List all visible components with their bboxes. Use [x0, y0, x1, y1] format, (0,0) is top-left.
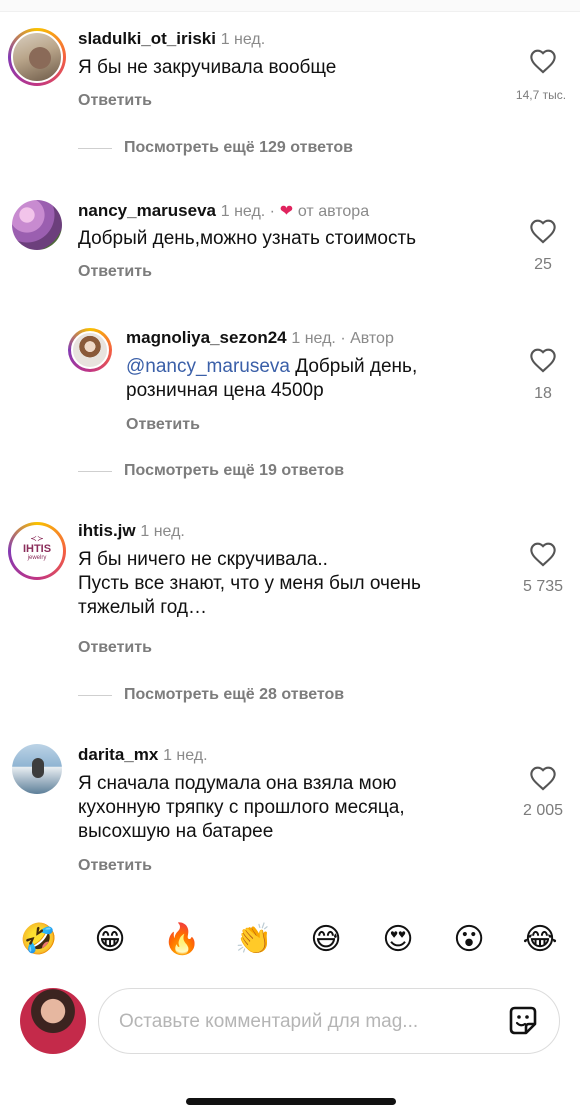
- comment-input-placeholder: Оставьте комментарий для mag...: [119, 1011, 419, 1032]
- avatar[interactable]: [68, 328, 112, 372]
- username-text[interactable]: darita_mx: [78, 745, 158, 764]
- comment-text-line: Я бы ничего не скручивала..: [78, 549, 328, 570]
- comment-username[interactable]: darita_mx 1 нед.: [78, 745, 208, 765]
- view-more-replies-button[interactable]: Посмотреть ещё 19 ответов: [78, 461, 344, 481]
- comment-time: 1 нед. · Автор: [291, 330, 394, 347]
- comment-text-line: Добрый день,: [289, 356, 418, 377]
- comment-input[interactable]: Оставьте комментарий для mag...: [98, 988, 560, 1054]
- comment-text-line: Пусть все знают, что у меня был очень: [78, 573, 421, 594]
- comment-username[interactable]: sladulki_ot_iriski 1 нед.: [78, 29, 265, 49]
- comment-text-line: Я сначала подумала она взяла мою: [78, 773, 397, 794]
- heart-outline-icon[interactable]: [529, 541, 557, 567]
- brand-logo-icon: ≺≻: [30, 534, 44, 543]
- avatar[interactable]: [8, 28, 66, 86]
- emoji-fire-button[interactable]: 🔥: [162, 920, 202, 960]
- username-text[interactable]: nancy_maruseva: [78, 201, 216, 220]
- avatar[interactable]: [12, 744, 62, 794]
- avatar[interactable]: ≺≻ IHTIS jewelry: [8, 522, 66, 580]
- username-text[interactable]: magnoliya_sezon24: [126, 328, 287, 347]
- comment-text-line: розничная цена 4500р: [126, 380, 324, 401]
- comment-text: @nancy_maruseva Добрый день, розничная ц…: [126, 355, 486, 403]
- reply-button[interactable]: Ответить: [78, 639, 152, 657]
- comment-text: Добрый день,можно узнать стоимость: [78, 228, 417, 249]
- comment-username[interactable]: ihtis.jw 1 нед.: [78, 521, 185, 541]
- divider-line: [78, 694, 112, 696]
- like-count: 5 735: [522, 578, 564, 595]
- view-more-replies-label[interactable]: Посмотреть ещё 19 ответов: [124, 462, 344, 480]
- comment-text: Я сначала подумала она взяла мою кухонну…: [78, 772, 498, 844]
- comment-text-line: тяжелый год…: [78, 597, 208, 618]
- top-divider: [0, 0, 580, 12]
- view-more-replies-label[interactable]: Посмотреть ещё 129 ответов: [124, 139, 353, 157]
- heart-outline-icon[interactable]: [529, 765, 557, 791]
- avatar-brand-subtext: jewelry: [27, 555, 47, 561]
- comment-time: 1 нед.: [220, 31, 266, 48]
- emoji-quick-bar: 🤣 😁 🔥 👏 😅 😍 😮 😂: [0, 920, 580, 968]
- like-count: 14,7 тыс.: [515, 88, 567, 102]
- like-count: 2 005: [522, 802, 564, 819]
- comment-text: Я бы не закручивала вообще: [78, 57, 337, 78]
- view-more-replies-button[interactable]: Посмотреть ещё 129 ответов: [78, 138, 353, 158]
- comment-darita: darita_mx 1 нед. Я сначала подумала она …: [0, 740, 580, 890]
- heart-outline-icon[interactable]: [529, 347, 557, 373]
- comment-text-line: высохшую на батарее: [78, 821, 274, 842]
- comment-text-line: кухонную тряпку с прошлого месяца,: [78, 797, 405, 818]
- reply-button[interactable]: Ответить: [78, 263, 152, 281]
- emoji-joy-button[interactable]: 😂: [520, 920, 560, 960]
- reply-button[interactable]: Ответить: [126, 416, 200, 434]
- comment-time: 1 нед.: [163, 747, 208, 764]
- comment-text: Я бы ничего не скручивала.. Пусть все зн…: [78, 548, 498, 620]
- username-text[interactable]: sladulki_ot_iriski: [78, 29, 216, 48]
- sticker-icon[interactable]: [505, 1003, 541, 1039]
- like-count: 18: [534, 385, 552, 402]
- divider-line: [78, 470, 112, 472]
- reply-button[interactable]: Ответить: [78, 857, 152, 875]
- current-user-avatar: [20, 988, 86, 1054]
- username-text[interactable]: ihtis.jw: [78, 521, 136, 540]
- author-like-badge: от автора: [297, 203, 370, 220]
- mention-link[interactable]: @nancy_maruseva: [126, 356, 290, 377]
- heart-filled-icon: ❤: [279, 203, 294, 220]
- view-more-replies-button[interactable]: Посмотреть ещё 28 ответов: [78, 685, 344, 705]
- avatar-brand-text: IHTIS: [22, 543, 52, 555]
- divider-line: [78, 147, 112, 149]
- reply-button[interactable]: Ответить: [78, 92, 152, 110]
- view-more-replies-label[interactable]: Посмотреть ещё 28 ответов: [124, 686, 344, 704]
- emoji-clap-button[interactable]: 👏: [234, 920, 274, 960]
- comment-username[interactable]: magnoliya_sezon24 1 нед. · Автор: [126, 328, 394, 348]
- avatar[interactable]: [12, 200, 62, 250]
- emoji-open-mouth-button[interactable]: 😮: [449, 920, 489, 960]
- like-count: 25: [534, 256, 552, 273]
- comment-username[interactable]: nancy_maruseva 1 нед. · ❤ от автора: [78, 201, 369, 221]
- emoji-heart-eyes-button[interactable]: 😍: [378, 920, 418, 960]
- heart-outline-icon[interactable]: [529, 48, 557, 74]
- emoji-rofl-button[interactable]: 🤣: [19, 920, 59, 960]
- comment-nancy: nancy_maruseva 1 нед. · ❤ от автора Добр…: [0, 196, 580, 296]
- home-indicator[interactable]: [186, 1098, 396, 1105]
- comment-time: 1 нед. ·: [220, 203, 275, 220]
- emoji-grin-button[interactable]: 😁: [90, 920, 130, 960]
- comment-magnoliya-reply: magnoliya_sezon24 1 нед. · Автор @nancy_…: [0, 324, 580, 444]
- comment-time: 1 нед.: [140, 523, 185, 540]
- heart-outline-icon[interactable]: [529, 218, 557, 244]
- emoji-sweat-smile-button[interactable]: 😅: [306, 920, 346, 960]
- comment-ihtis: ≺≻ IHTIS jewelry ihtis.jw 1 нед. Я бы ни…: [0, 516, 580, 666]
